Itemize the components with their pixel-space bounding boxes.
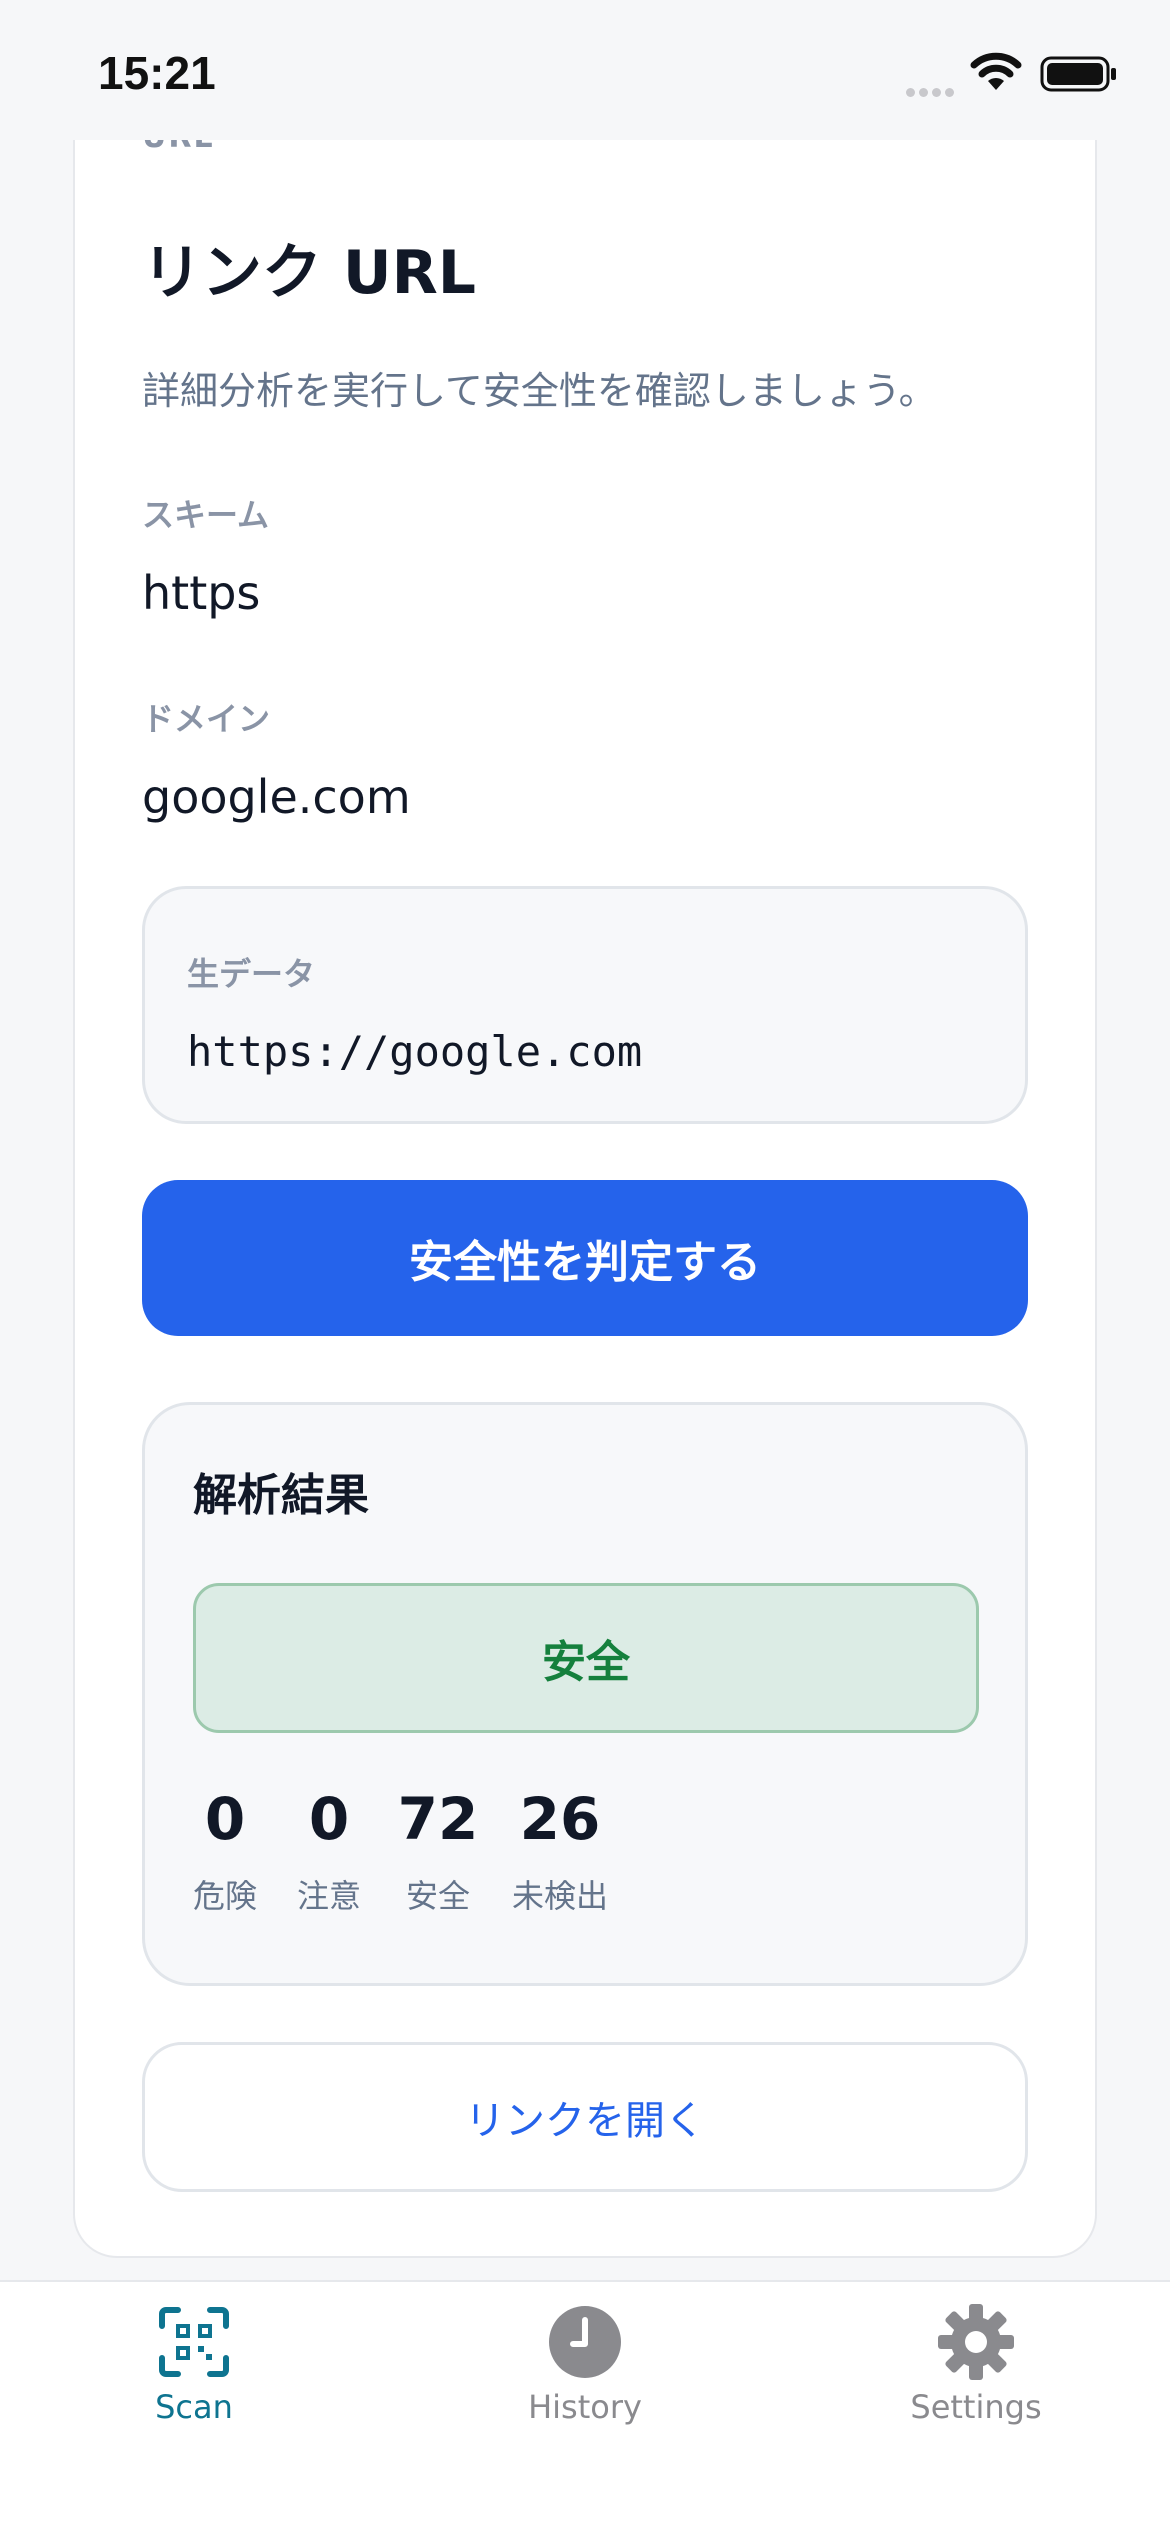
open-link-button[interactable]: リンクを開く bbox=[142, 2042, 1028, 2192]
raw-data-value: https://google.com bbox=[187, 1027, 643, 1076]
stat-safe: 72 安全 bbox=[393, 1785, 483, 1917]
raw-data-label: 生データ bbox=[187, 955, 316, 993]
stat-safe-label: 安全 bbox=[405, 1877, 470, 1915]
raw-data-box: 生データ https://google.com bbox=[142, 886, 1028, 1124]
stat-undetected: 26 未検出 bbox=[505, 1785, 615, 1917]
tab-scan[interactable]: Scan bbox=[44, 2302, 344, 2426]
stat-safe-count: 72 bbox=[397, 1785, 479, 1853]
status-bar: 15:21 bbox=[0, 0, 1170, 140]
gear-icon bbox=[938, 2304, 1014, 2380]
tab-settings[interactable]: Settings bbox=[826, 2302, 1126, 2426]
section-tag: URL bbox=[142, 140, 215, 155]
stat-undetected-count: 26 bbox=[519, 1785, 601, 1853]
scheme-value: https bbox=[142, 566, 261, 620]
subtitle: 詳細分析を実行して安全性を確認しましょう。 bbox=[142, 369, 937, 413]
cellular-signal-icon bbox=[906, 82, 958, 101]
tab-history[interactable]: History bbox=[435, 2302, 735, 2426]
tab-history-label: History bbox=[528, 2388, 642, 2426]
check-safety-button[interactable]: 安全性を判定する bbox=[142, 1180, 1028, 1336]
stat-danger-count: 0 bbox=[204, 1785, 246, 1853]
scheme-label: スキーム bbox=[142, 496, 270, 534]
page-title: リンク URL bbox=[142, 238, 477, 308]
stat-caution-label: 注意 bbox=[296, 1877, 361, 1915]
clock-icon bbox=[549, 2306, 621, 2378]
verdict-badge: 安全 bbox=[193, 1583, 979, 1733]
result-title: 解析結果 bbox=[193, 1470, 369, 1521]
tab-bar: Scan History Settings bbox=[0, 2280, 1170, 2532]
battery-icon bbox=[1040, 56, 1116, 92]
stat-caution-count: 0 bbox=[308, 1785, 350, 1853]
stat-danger: 0 危険 bbox=[185, 1785, 265, 1917]
domain-label: ドメイン bbox=[142, 700, 271, 738]
tab-scan-label: Scan bbox=[155, 2388, 233, 2426]
qr-scan-icon bbox=[159, 2307, 229, 2377]
content-scroll[interactable]: URL リンク URL 詳細分析を実行して安全性を確認しましょう。 スキーム h… bbox=[0, 140, 1170, 2280]
stat-caution: 0 注意 bbox=[289, 1785, 369, 1917]
stat-undetected-label: 未検出 bbox=[511, 1877, 608, 1915]
tab-settings-label: Settings bbox=[910, 2388, 1042, 2426]
analysis-result-panel: 解析結果 安全 0 危険 0 注意 72 安全 26 未検出 bbox=[142, 1402, 1028, 1986]
status-time: 15:21 bbox=[98, 47, 216, 99]
wifi-icon bbox=[970, 52, 1022, 90]
stat-danger-label: 危険 bbox=[192, 1877, 257, 1915]
domain-value: google.com bbox=[142, 770, 411, 824]
